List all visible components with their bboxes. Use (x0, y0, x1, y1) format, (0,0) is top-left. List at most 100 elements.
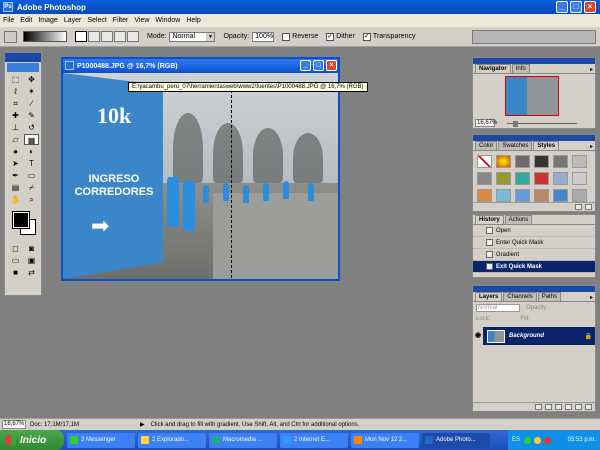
full-screen-menu-mode-icon[interactable]: ▣ (24, 255, 39, 266)
menu-layer[interactable]: Layer (64, 17, 82, 24)
doc-maximize-button[interactable]: □ (313, 60, 324, 71)
full-screen-mode-icon[interactable]: ■ (8, 267, 23, 278)
diamond-gradient-button[interactable] (127, 31, 139, 42)
palette-menu-icon[interactable]: ▸ (590, 143, 593, 150)
style-swatch[interactable] (572, 155, 587, 168)
style-swatch[interactable] (496, 155, 511, 168)
style-swatch[interactable] (515, 189, 530, 202)
style-swatch[interactable] (553, 155, 568, 168)
eraser-tool-icon[interactable]: ▱ (8, 134, 23, 145)
menu-image[interactable]: Image (38, 17, 57, 24)
shape-tool-icon[interactable]: ▭ (24, 170, 39, 181)
style-swatch[interactable] (534, 172, 549, 185)
tab-layers[interactable]: Layers (475, 292, 503, 301)
palette-well[interactable] (472, 30, 596, 44)
blend-mode-select[interactable]: Normal (476, 303, 520, 312)
menu-window[interactable]: Window (155, 17, 180, 24)
style-swatch[interactable] (553, 189, 568, 202)
tab-info[interactable]: Info (511, 64, 530, 73)
dither-checkbox[interactable]: ✓ (326, 32, 335, 41)
doc-close-button[interactable]: × (326, 60, 337, 71)
style-swatch[interactable] (515, 155, 530, 168)
close-button[interactable]: × (584, 1, 596, 13)
style-swatch[interactable] (496, 189, 511, 202)
delete-style-button[interactable] (585, 204, 592, 210)
blur-tool-icon[interactable]: ● (8, 146, 23, 157)
navigator-slider-handle[interactable] (513, 121, 518, 127)
style-swatch[interactable] (572, 189, 587, 202)
new-style-button[interactable] (575, 204, 582, 210)
minimize-button[interactable]: _ (556, 1, 568, 13)
style-swatch[interactable] (534, 189, 549, 202)
menu-filter[interactable]: Filter (113, 17, 129, 24)
notes-tool-icon[interactable]: ▤ (8, 182, 23, 193)
tab-history[interactable]: History (475, 215, 504, 224)
magic-wand-tool-icon[interactable]: ✶ (24, 86, 39, 97)
brush-tool-icon[interactable]: ✎ (24, 110, 39, 121)
taskbar-item[interactable]: 3 Messenger (67, 432, 135, 448)
mode-select[interactable]: Normal ▼ (169, 31, 216, 42)
taskbar-item[interactable]: Macromedia ... (209, 432, 277, 448)
zoom-tool-icon[interactable]: ⌕ (24, 194, 39, 205)
angle-gradient-button[interactable] (101, 31, 113, 42)
history-brush-tool-icon[interactable]: ↺ (24, 122, 39, 133)
tab-paths[interactable]: Paths (537, 292, 562, 301)
doc-minimize-button[interactable]: _ (300, 60, 311, 71)
transparency-checkbox[interactable]: ✓ (362, 32, 371, 41)
adjustment-layer-button[interactable] (565, 404, 572, 410)
style-swatch[interactable] (515, 172, 530, 185)
history-item[interactable]: Enter Quick Mask (473, 237, 595, 249)
layer-style-button[interactable] (535, 404, 542, 410)
network-tray-icon[interactable] (534, 436, 542, 444)
status-zoom-field[interactable]: 16,67% (2, 420, 26, 429)
palette-menu-icon[interactable]: ▸ (590, 294, 593, 301)
tab-color[interactable]: Color (475, 141, 498, 150)
document-title-bar[interactable]: P1000488.JPG @ 16,7% (RGB) _ □ × (63, 59, 338, 73)
status-doc-size[interactable]: Doc: 17,1M/17,1M (30, 422, 120, 428)
adobe-online-icon[interactable] (7, 63, 39, 72)
linear-gradient-button[interactable] (75, 31, 87, 42)
navigator-zoom-field[interactable]: 16,67% (475, 119, 497, 127)
style-swatch[interactable] (496, 172, 511, 185)
gradient-tool-preset-icon[interactable] (4, 30, 17, 43)
security-tray-icon[interactable] (544, 436, 552, 444)
jump-to-imageready-icon[interactable]: ⇄ (24, 267, 39, 278)
gradient-picker[interactable] (23, 31, 67, 42)
reverse-checkbox[interactable] (282, 32, 291, 41)
history-item-selected[interactable]: Exit Quick Mask (473, 261, 595, 273)
crop-tool-icon[interactable]: ⌗ (8, 98, 23, 109)
tab-navigator[interactable]: Navigator (475, 64, 511, 73)
style-swatch[interactable] (572, 172, 587, 185)
healing-brush-tool-icon[interactable]: ✚ (8, 110, 23, 121)
style-swatch[interactable] (477, 189, 492, 202)
move-tool-icon[interactable]: ✥ (24, 74, 39, 85)
tab-styles[interactable]: Styles (533, 141, 560, 150)
eye-icon[interactable]: ◉ (473, 327, 483, 345)
pen-tool-icon[interactable]: ✒ (8, 170, 23, 181)
history-item[interactable]: Open (473, 225, 595, 237)
tab-actions[interactable]: Actions (504, 215, 533, 224)
menu-select[interactable]: Select (87, 17, 106, 24)
radial-gradient-button[interactable] (88, 31, 100, 42)
tab-channels[interactable]: Channels (503, 292, 537, 301)
delete-layer-button[interactable] (585, 404, 592, 410)
toolbox-title-bar[interactable] (5, 53, 41, 62)
style-swatch[interactable] (477, 172, 492, 185)
history-item[interactable]: Gradient (473, 249, 595, 261)
menu-view[interactable]: View (134, 17, 149, 24)
document-canvas[interactable]: 10k INGRESO CORREDORES ➡ (63, 73, 338, 279)
gradient-tool-icon[interactable]: ▦ (24, 134, 39, 145)
menu-edit[interactable]: Edit (20, 17, 32, 24)
taskbar-item-active[interactable]: Adobe Photo... (422, 432, 490, 448)
lasso-tool-icon[interactable]: ℓ (8, 86, 23, 97)
taskbar-item[interactable]: Mon Nov 12 2... (351, 432, 419, 448)
navigator-thumbnail[interactable] (505, 76, 559, 116)
taskbar-item[interactable]: 2 Explorado... (138, 432, 206, 448)
tab-swatches[interactable]: Swatches (498, 141, 533, 150)
taskbar-item[interactable]: 2 Internet E... (280, 432, 348, 448)
reflected-gradient-button[interactable] (114, 31, 126, 42)
type-tool-icon[interactable]: T (24, 158, 39, 169)
foreground-color-swatch[interactable] (12, 211, 30, 229)
layer-mask-button[interactable] (545, 404, 552, 410)
standard-screen-mode-icon[interactable]: ▭ (8, 255, 23, 266)
